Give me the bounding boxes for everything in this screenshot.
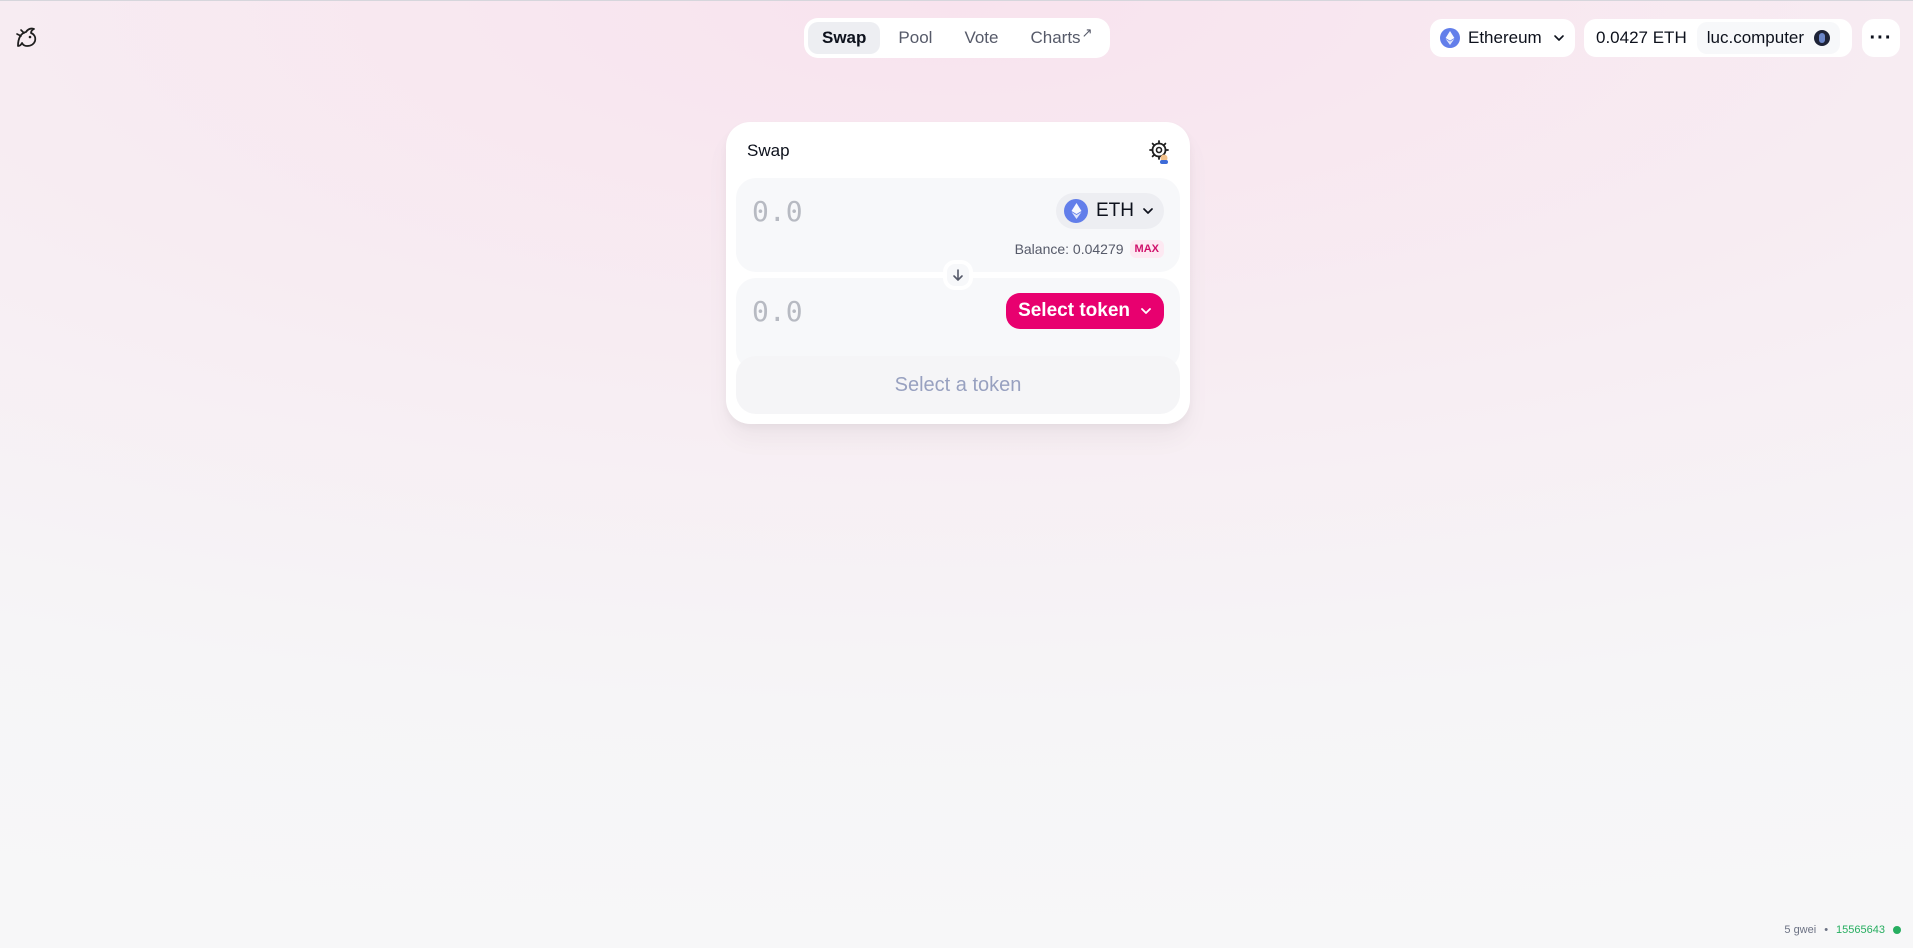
input-amount-field[interactable]: 0.0 <box>752 195 803 228</box>
nav-swap-label: Swap <box>822 28 867 47</box>
account-balance: 0.0427 ETH <box>1596 28 1687 47</box>
ethereum-icon <box>1064 199 1088 223</box>
input-token-selector[interactable]: ETH <box>1056 193 1164 229</box>
nav-swap[interactable]: Swap <box>808 22 881 54</box>
select-token-label: Select token <box>1018 300 1130 321</box>
switch-direction-button[interactable] <box>943 260 973 290</box>
gas-price: 5 gwei <box>1784 924 1817 936</box>
output-amount-field[interactable]: 0.0 <box>752 295 803 328</box>
account-button[interactable]: 0.0427 ETH luc.computer <box>1584 19 1852 57</box>
external-link-icon: ↗ <box>1081 25 1093 40</box>
account-name-pill[interactable]: luc.computer <box>1696 22 1841 54</box>
nav-charts[interactable]: Charts ↗ <box>1016 22 1106 54</box>
max-button[interactable]: MAX <box>1129 240 1164 258</box>
nav-charts-label: Charts <box>1030 28 1081 47</box>
input-panel: 0.0 ETH Balance: 0.04279 MAX <box>736 178 1180 272</box>
main-nav: Swap Pool Vote Charts ↗ <box>804 18 1111 58</box>
swap-card: Swap 0.0 ETH Balance: 0.04279 MAX 0.0 Se… <box>726 122 1190 424</box>
chevron-down-icon <box>1554 35 1564 41</box>
network-label: Ethereum <box>1468 28 1542 47</box>
network-selector[interactable]: Ethereum <box>1430 19 1575 57</box>
top-border <box>0 0 1913 1</box>
more-icon: ··· <box>1869 26 1893 49</box>
uniswap-logo-icon[interactable] <box>12 24 40 52</box>
chevron-down-icon <box>1143 208 1153 214</box>
more-menu-button[interactable]: ··· <box>1862 19 1900 57</box>
arrow-down-icon <box>953 269 963 281</box>
nav-pool-label: Pool <box>898 28 933 47</box>
select-token-button[interactable]: Select token <box>1006 293 1164 329</box>
ethereum-icon <box>1440 28 1460 48</box>
nav-vote[interactable]: Vote <box>950 22 1012 54</box>
account-name: luc.computer <box>1706 28 1805 47</box>
input-balance-row: Balance: 0.04279 MAX <box>1015 240 1164 258</box>
nav-pool[interactable]: Pool <box>884 22 946 54</box>
nav-vote-label: Vote <box>964 28 999 47</box>
separator: • <box>1824 924 1829 936</box>
swap-title: Swap <box>747 141 790 160</box>
input-token-label: ETH <box>1096 200 1134 221</box>
avatar <box>1814 30 1831 46</box>
input-balance: Balance: 0.04279 <box>1014 241 1124 257</box>
select-a-token-button[interactable]: Select a token <box>736 356 1180 414</box>
settings-gear-icon[interactable] <box>1147 139 1173 165</box>
chevron-down-icon <box>1141 308 1151 314</box>
network-status: 5 gwei • 15565643 <box>1784 924 1901 936</box>
block-number[interactable]: 15565643 <box>1836 924 1885 936</box>
status-dot-icon <box>1893 926 1901 934</box>
